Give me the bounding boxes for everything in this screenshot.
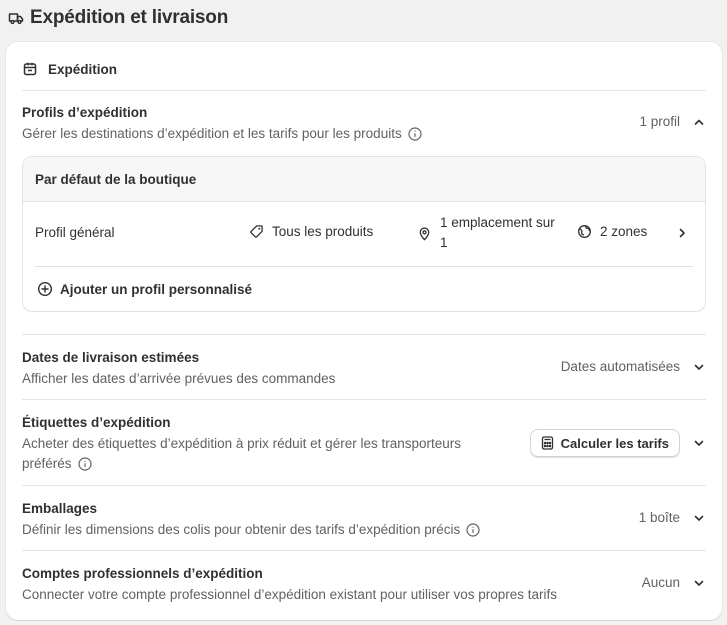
pro-accounts-value: Aucun xyxy=(641,575,680,590)
tag-icon xyxy=(249,224,264,239)
general-profile-zones: 2 zones xyxy=(600,224,648,239)
divider xyxy=(22,550,706,551)
chevron-right-icon[interactable] xyxy=(675,226,689,240)
divider xyxy=(35,266,693,267)
pro-accounts-title: Comptes professionnels d’expédition xyxy=(22,566,263,581)
pro-accounts-section: Comptes professionnels d’expédition Conn… xyxy=(22,565,706,607)
shipping-card: Expédition Profils d’expédition Gérer le… xyxy=(6,42,722,620)
shipping-labels-section: Étiquettes d’expédition Acheter des étiq… xyxy=(22,414,706,476)
page-header: Expédition et livraison xyxy=(8,6,228,30)
info-icon[interactable] xyxy=(466,523,480,543)
profile-group-title: Par défaut de la boutique xyxy=(23,157,705,202)
card-header: Expédition xyxy=(22,60,117,78)
delivery-dates-value: Dates automatisées xyxy=(560,359,680,374)
shipping-labels-description-end: préférés xyxy=(22,456,72,471)
chevron-down-icon[interactable] xyxy=(692,576,706,590)
divider xyxy=(22,485,706,486)
general-profile-locations-total: 1 xyxy=(440,235,448,250)
profiles-toggle[interactable]: 1 profil xyxy=(639,114,706,129)
packaging-value: 1 boîte xyxy=(638,510,680,525)
general-profile-name: Profil général xyxy=(35,225,115,240)
chevron-down-icon[interactable] xyxy=(692,360,706,374)
delivery-dates-toggle[interactable]: Dates automatisées xyxy=(561,359,706,374)
shipping-profiles-section: Profils d’expédition Gérer les destinati… xyxy=(22,104,706,146)
shipping-labels-actions: Calculer les tarifs xyxy=(529,429,706,457)
pro-accounts-toggle[interactable]: Aucun xyxy=(642,575,706,590)
card-header-label: Expédition xyxy=(48,61,118,77)
chevron-up-icon[interactable] xyxy=(692,115,706,129)
info-icon[interactable] xyxy=(408,127,422,147)
packaging-toggle[interactable]: 1 boîte xyxy=(639,510,706,525)
general-profile-locations: 1 emplacement sur xyxy=(440,215,555,230)
packaging-description: Définir les dimensions des colis pour ob… xyxy=(22,522,461,537)
globe-icon xyxy=(577,224,592,239)
add-custom-profile-button[interactable]: Ajouter un profil personnalisé xyxy=(37,278,252,300)
info-icon[interactable] xyxy=(77,457,92,477)
shipping-profiles-description: Gérer les destinations d’expédition et l… xyxy=(22,126,402,141)
packaging-section: Emballages Définir les dimensions des co… xyxy=(22,500,706,542)
calculate-rates-label: Calculer les tarifs xyxy=(560,435,669,451)
general-profile-row[interactable]: Profil général Tous les produits 1 empla… xyxy=(23,202,705,266)
add-custom-profile-label: Ajouter un profil personnalisé xyxy=(60,281,253,297)
packaging-title: Emballages xyxy=(22,501,98,516)
divider xyxy=(22,399,706,400)
delivery-dates-section: Dates de livraison estimées Afficher les… xyxy=(22,349,706,391)
truck-icon xyxy=(8,10,24,26)
divider xyxy=(22,334,706,335)
chevron-down-icon[interactable] xyxy=(692,511,706,525)
shipping-box-icon xyxy=(22,61,38,77)
plus-circle-icon xyxy=(37,281,53,297)
location-pin-icon xyxy=(417,226,432,241)
default-profile-group: Par défaut de la boutique Profil général… xyxy=(22,156,706,312)
shipping-profiles-title: Profils d’expédition xyxy=(22,105,148,120)
chevron-down-icon[interactable] xyxy=(692,436,706,450)
calculator-icon xyxy=(541,436,554,450)
general-profile-products: Tous les produits xyxy=(272,224,374,239)
page-title: Expédition et livraison xyxy=(30,7,229,28)
calculate-rates-button[interactable]: Calculer les tarifs xyxy=(529,429,680,457)
profiles-count: 1 profil xyxy=(639,114,680,129)
divider xyxy=(22,90,706,91)
pro-accounts-description: Connecter votre compte professionnel d’e… xyxy=(22,587,558,602)
